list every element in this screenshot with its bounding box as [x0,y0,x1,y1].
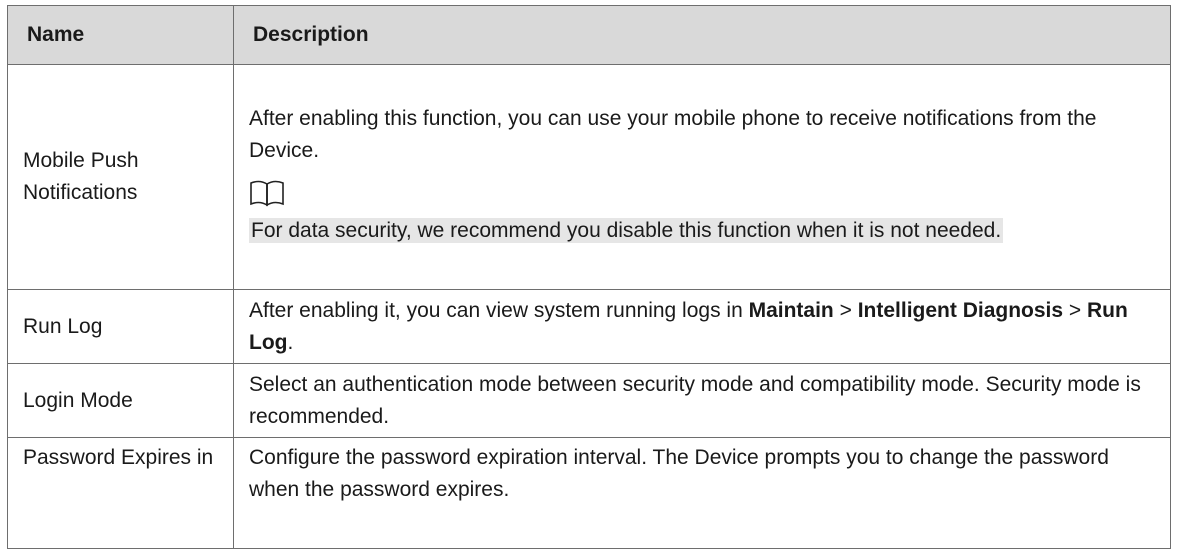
table-row-run-log: Run Log After enabling it, you can view … [7,289,1171,364]
menu-path-separator: > [833,298,858,322]
row-name-mobile-push: Mobile Push Notifications [7,64,234,290]
row-description-run-log: After enabling it, you can view system r… [233,289,1171,364]
table-row-password-expires: Password Expires in Configure the passwo… [7,437,1171,549]
row-description-password-expires: Configure the password expiration interv… [233,437,1171,549]
run-log-desc-suffix: . [287,330,294,354]
menu-path-maintain: Maintain [748,298,834,322]
description-text: After enabling this function, you can us… [249,107,1097,162]
header-description: Description [233,5,1171,65]
run-log-desc-prefix: After enabling it, you can view system r… [249,298,749,322]
table-row-mobile-push: Mobile Push Notifications After enabling… [7,64,1171,290]
row-name-password-expires: Password Expires in [7,437,234,549]
table-header-row: Name Description [7,5,1171,65]
menu-path-intelligent-diagnosis: Intelligent Diagnosis [857,298,1064,322]
table-row-login-mode: Login Mode Select an authentication mode… [7,363,1171,438]
row-description-mobile-push: After enabling this function, you can us… [233,64,1171,290]
row-description-login-mode: Select an authentication mode between se… [233,363,1171,438]
note-text: For data security, we recommend you disa… [249,218,1004,243]
row-name-login-mode: Login Mode [7,363,234,438]
row-name-run-log: Run Log [7,289,234,364]
header-name: Name [7,5,234,65]
parameter-table: Name Description Mobile Push Notificatio… [7,5,1171,549]
menu-path-separator: > [1063,298,1087,322]
book-icon [250,180,284,207]
